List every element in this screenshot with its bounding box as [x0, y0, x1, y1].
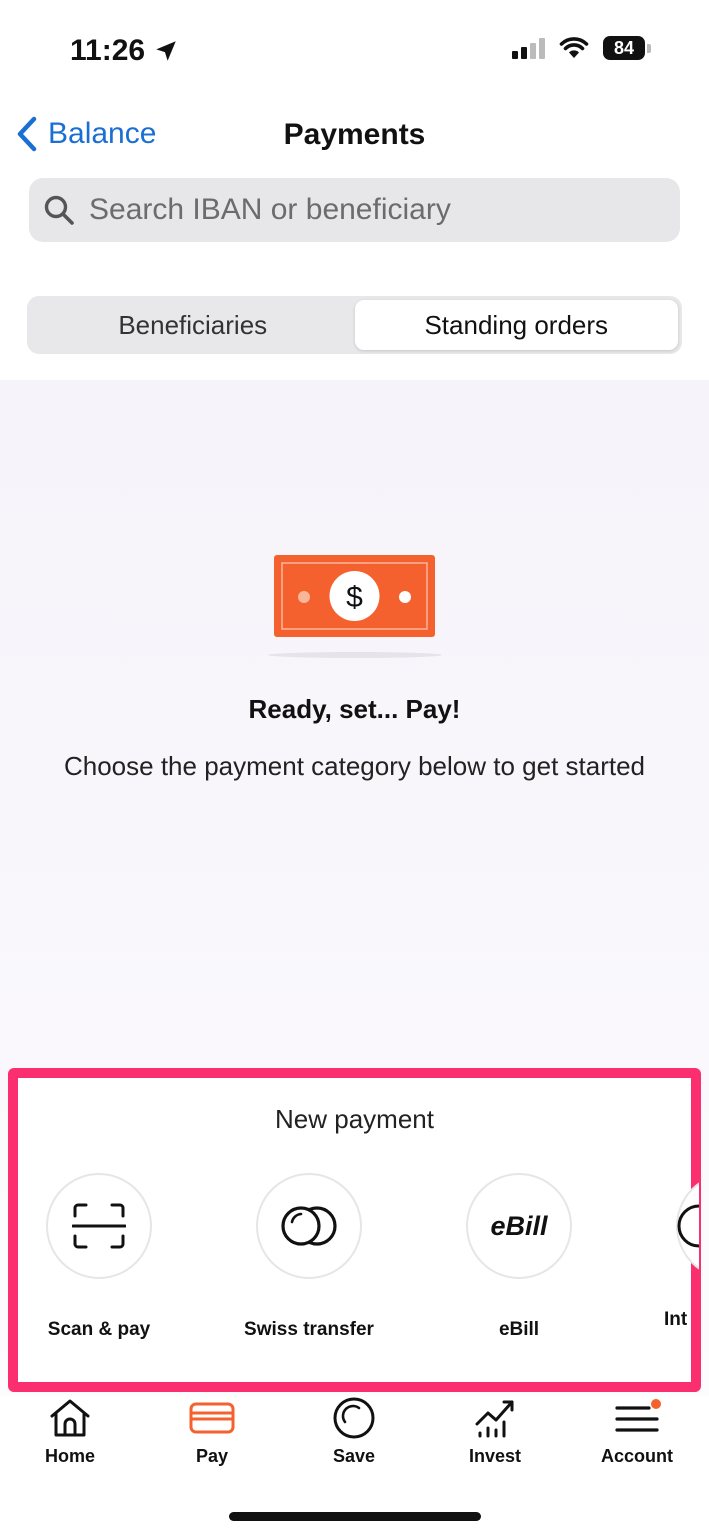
save-icon [333, 1397, 375, 1439]
ebill-button[interactable]: eBill [466, 1173, 572, 1279]
notification-badge [651, 1399, 661, 1409]
segmented-control: Beneficiaries Standing orders [27, 296, 682, 354]
scan-and-pay-button[interactable] [46, 1173, 152, 1279]
scan-and-pay-label: Scan & pay [47, 1319, 151, 1340]
svg-text:$: $ [346, 581, 363, 614]
international-transfer-label-clip: Int [664, 1309, 699, 1331]
swiss-transfer-button[interactable] [256, 1173, 362, 1279]
ebill-label: eBill [498, 1319, 540, 1340]
tab-beneficiaries[interactable]: Beneficiaries [31, 300, 355, 350]
banknote-shadow [268, 652, 442, 658]
page-title: Payments [283, 118, 426, 151]
menu-icon [615, 1399, 661, 1432]
tab-save[interactable]: Save [294, 1396, 414, 1467]
tab-home-label: Home [44, 1446, 95, 1466]
empty-state-message: Choose the payment category below to get… [63, 751, 645, 781]
tab-pay-label: Pay [195, 1446, 229, 1466]
cellular-signal-icon [512, 37, 545, 59]
tab-account-label: Account [601, 1446, 673, 1466]
coins-icon [281, 1206, 337, 1246]
search-icon [44, 195, 74, 225]
empty-state-heading: Ready, set... Pay! [248, 694, 461, 724]
international-transfer-label: Int [664, 1309, 688, 1330]
tab-standing-orders[interactable]: Standing orders [354, 300, 678, 350]
tab-invest-label: Invest [468, 1446, 522, 1466]
wifi-icon [559, 37, 589, 58]
globe-icon [677, 1204, 699, 1248]
card-icon [189, 1402, 235, 1434]
new-payment-title: New payment [275, 1104, 434, 1134]
search-input[interactable] [87, 192, 671, 228]
home-indicator [229, 1512, 481, 1521]
tab-account[interactable]: Account [577, 1396, 697, 1467]
battery-icon: 84 [603, 36, 651, 60]
scan-icon [72, 1203, 126, 1249]
tab-home[interactable]: Home [10, 1396, 130, 1467]
invest-icon [475, 1400, 514, 1438]
home-icon [50, 1399, 90, 1437]
tab-pay[interactable]: Pay [152, 1396, 272, 1467]
banknote-illustration: $ [274, 555, 435, 637]
swiss-transfer-label: Swiss transfer [244, 1319, 374, 1340]
tab-save-label: Save [332, 1446, 376, 1466]
battery-level: 84 [603, 36, 645, 60]
tab-invest[interactable]: Invest [435, 1396, 555, 1467]
location-arrow-icon [156, 41, 176, 61]
search-bar[interactable] [29, 178, 680, 242]
international-transfer-button[interactable] [676, 1173, 699, 1279]
status-bar-time: 11:26 [70, 34, 179, 68]
status-bar-indicators: 84 [512, 36, 651, 60]
clock: 11:26 [70, 34, 146, 67]
ebill-icon: eBill [490, 1210, 548, 1241]
